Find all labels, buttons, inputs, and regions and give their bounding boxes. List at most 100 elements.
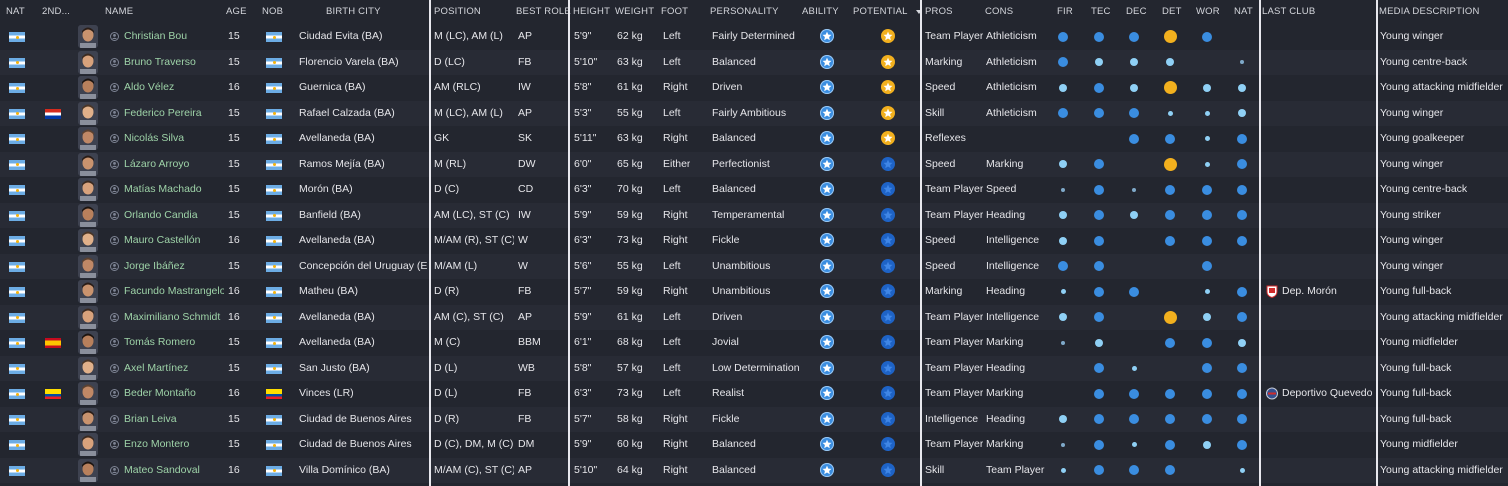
table-row[interactable]: Christian Bou 15 Ciudad Evita (BA) M (LC), … (0, 24, 1508, 50)
player-name-link[interactable]: Brian Leiva (124, 407, 224, 433)
table-row[interactable]: Maximiliano Schmidt 16 Avellaneda (BA) AM (… (0, 304, 1508, 331)
col-header-potential[interactable]: POTENTIAL (853, 0, 908, 24)
player-name-link[interactable]: Mateo Sandoval (124, 458, 224, 484)
table-row[interactable]: Tomás Romero 15 Avellaneda (BA) M (C) BBM 6'1… (0, 330, 1508, 356)
col-header-personality[interactable]: PERSONALITY (710, 0, 779, 24)
table-row[interactable]: Facundo Mastrangelo 16 Matheu (BA) D (R) FB 5… (0, 279, 1508, 305)
player-last-club[interactable] (1282, 24, 1374, 50)
player-name-link[interactable]: Lázaro Arroyo (124, 152, 224, 178)
player-last-club[interactable] (1282, 101, 1374, 127)
table-row[interactable]: Aldo Vélez 16 Guernica (BA) AM (RLC) IW 5'8" 6… (0, 75, 1508, 101)
table-row[interactable]: Beder Montaño 16 Vinces (LR) D (L) FB 6'3" 73 … (0, 381, 1508, 407)
player-avatar[interactable] (78, 254, 98, 278)
table-row[interactable]: Bruno Traverso 15 Florencio Varela (BA) D (… (0, 49, 1508, 76)
col-header-tec[interactable]: TEC (1091, 0, 1111, 24)
player-name-link[interactable]: Jorge Ibáñez (124, 254, 224, 280)
col-header-weight[interactable]: WEIGHT (615, 0, 654, 24)
player-name-link[interactable]: Mauro Castellón (124, 228, 224, 254)
player-avatar[interactable] (78, 127, 98, 150)
player-avatar[interactable] (78, 50, 98, 74)
player-media-description: Young centre-back (1380, 55, 1468, 68)
player-status-icon (110, 338, 119, 347)
table-row[interactable]: Federico Pereira 15 Rafael Calzada (BA) M (… (0, 100, 1508, 127)
col-header-foot[interactable]: FOOT (661, 0, 688, 24)
player-avatar[interactable] (78, 152, 98, 176)
table-row[interactable]: Axel Martínez 15 San Justo (BA) D (L) WB 5'8"… (0, 355, 1508, 382)
col-header-nat-attr[interactable]: NAT (1234, 0, 1253, 24)
player-last-club[interactable] (1282, 305, 1374, 331)
col-header-nob[interactable]: NOB (262, 0, 283, 24)
col-header-ability[interactable]: ABILITY (802, 0, 839, 24)
col-header-age[interactable]: AGE (226, 0, 247, 24)
player-avatar[interactable] (78, 331, 98, 354)
player-avatar[interactable] (78, 76, 98, 99)
col-header-height[interactable]: HEIGHT (573, 0, 610, 24)
player-name-link[interactable]: Nicolás Silva (124, 126, 224, 152)
table-row[interactable]: Mauro Castellón 16 Avellaneda (BA) M/AM (R)… (0, 228, 1508, 254)
player-last-club[interactable] (1282, 228, 1374, 254)
player-avatar[interactable] (78, 280, 98, 303)
player-name-link[interactable]: Tomás Romero (124, 330, 224, 356)
col-header-last-club[interactable]: LAST CLUB (1262, 0, 1315, 24)
player-pros: Team Player (925, 310, 983, 323)
player-avatar[interactable] (78, 203, 98, 227)
player-last-club[interactable] (1282, 203, 1374, 229)
player-last-club[interactable] (1282, 330, 1374, 356)
player-last-club[interactable] (1282, 432, 1374, 458)
table-row[interactable]: Brian Leiva 15 Ciudad de Buenos Aires D (R)… (0, 406, 1508, 433)
table-row[interactable]: Mateo Sandoval 16 Villa Domínico (BA) M/AM … (0, 457, 1508, 484)
player-height: 5'3" (574, 106, 592, 119)
player-name-link[interactable]: Maximiliano Schmidt (124, 305, 224, 331)
player-name-link[interactable]: Axel Martínez (124, 356, 224, 382)
player-avatar[interactable] (78, 229, 98, 252)
player-avatar[interactable] (78, 356, 98, 380)
player-last-club[interactable] (1282, 152, 1374, 178)
player-last-club[interactable] (1282, 407, 1374, 433)
player-last-club[interactable] (1282, 177, 1374, 203)
col-header-pros[interactable]: PROS (925, 0, 953, 24)
col-header-cons[interactable]: CONS (985, 0, 1013, 24)
player-last-club[interactable] (1282, 356, 1374, 382)
player-avatar[interactable] (78, 382, 98, 405)
player-last-club[interactable] (1282, 458, 1374, 484)
player-last-club[interactable] (1282, 126, 1374, 152)
player-avatar[interactable] (78, 407, 98, 431)
col-header-dec[interactable]: DEC (1126, 0, 1147, 24)
col-header-name[interactable]: NAME (105, 0, 133, 24)
table-row[interactable]: Orlando Candia 15 Banfield (BA) AM (LC), ST… (0, 202, 1508, 229)
player-name-link[interactable]: Aldo Vélez (124, 75, 224, 101)
col-header-wor[interactable]: WOR (1196, 0, 1220, 24)
player-name-link[interactable]: Facundo Mastrangelo (124, 279, 224, 305)
col-header-nat[interactable]: NAT (6, 0, 25, 24)
col-header-birth-city[interactable]: BIRTH CITY (326, 0, 381, 24)
player-name-link[interactable]: Beder Montaño (124, 381, 224, 407)
player-avatar[interactable] (78, 25, 98, 48)
table-row[interactable]: Nicolás Silva 15 Avellaneda (BA) GK SK 5'11" 6… (0, 126, 1508, 152)
player-avatar[interactable] (78, 433, 98, 456)
player-name-link[interactable]: Enzo Montero (124, 432, 224, 458)
table-row[interactable]: Matías Machado 15 Morón (BA) D (C) CD 6'3" 70 … (0, 177, 1508, 203)
table-row[interactable]: Enzo Montero 15 Ciudad de Buenos Aires D (C… (0, 432, 1508, 458)
player-avatar[interactable] (78, 101, 98, 125)
player-name-link[interactable]: Christian Bou (124, 24, 224, 50)
player-avatar[interactable] (78, 458, 98, 482)
player-name-link[interactable]: Federico Pereira (124, 101, 224, 127)
player-name-link[interactable]: Orlando Candia (124, 203, 224, 229)
player-avatar[interactable] (78, 178, 98, 201)
table-row[interactable]: Lázaro Arroyo 15 Ramos Mejía (BA) M (RL) DW 6… (0, 151, 1508, 178)
player-last-club[interactable]: Dep. Morón (1282, 279, 1374, 305)
table-row[interactable]: Jorge Ibáñez 15 Concepción del Uruguay (ER… (0, 253, 1508, 280)
col-header-best-role[interactable]: BEST ROLE (516, 0, 571, 24)
col-header-second-nationality[interactable]: 2ND... (42, 0, 72, 24)
col-header-position[interactable]: POSITION (434, 0, 481, 24)
player-name-link[interactable]: Bruno Traverso (124, 50, 224, 76)
col-header-media-description[interactable]: MEDIA DESCRIPTION (1379, 0, 1480, 24)
player-name-link[interactable]: Matías Machado (124, 177, 224, 203)
col-header-fir[interactable]: FIR (1057, 0, 1073, 24)
player-last-club[interactable] (1282, 50, 1374, 76)
col-header-det[interactable]: DET (1162, 0, 1182, 24)
player-avatar[interactable] (78, 305, 98, 329)
player-last-club[interactable] (1282, 75, 1374, 101)
player-last-club[interactable]: Deportivo Quevedo (1282, 381, 1374, 407)
player-last-club[interactable] (1282, 254, 1374, 280)
